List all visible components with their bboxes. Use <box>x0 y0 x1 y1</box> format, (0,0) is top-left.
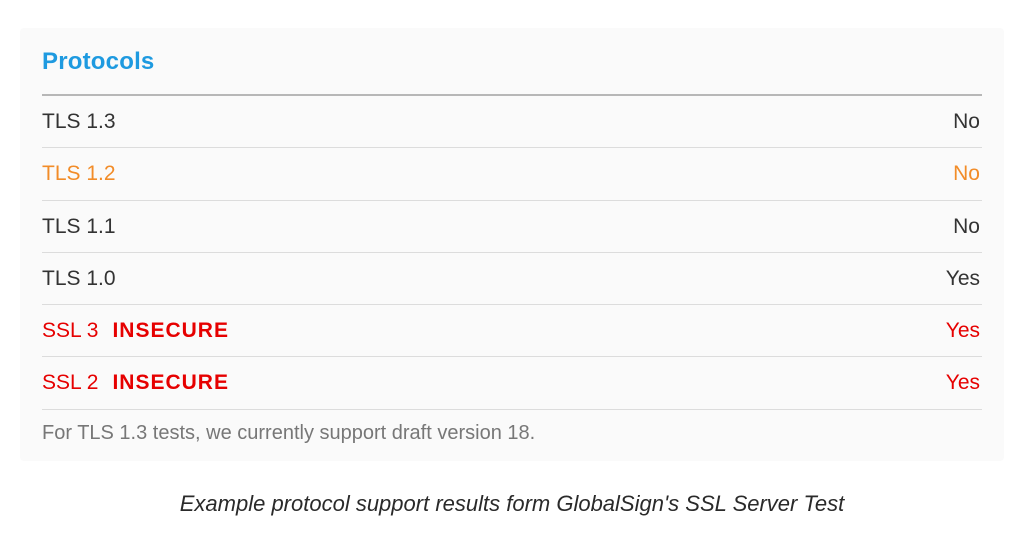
protocol-name: TLS 1.2 <box>42 160 116 187</box>
protocol-row: TLS 1.0 Yes <box>42 253 982 305</box>
protocol-label: SSL 3 INSECURE <box>42 317 229 344</box>
protocol-value: Yes <box>946 265 980 292</box>
protocol-value: No <box>953 160 980 187</box>
protocol-value: Yes <box>946 317 980 344</box>
protocol-value: Yes <box>946 369 980 396</box>
protocol-row: SSL 2 INSECURE Yes <box>42 357 982 409</box>
protocols-note: For TLS 1.3 tests, we currently support … <box>42 410 982 445</box>
protocol-name: TLS 1.0 <box>42 265 116 292</box>
protocol-row: TLS 1.3 No <box>42 96 982 148</box>
insecure-badge: INSECURE <box>112 369 229 396</box>
protocol-row: TLS 1.2 No <box>42 148 982 200</box>
protocol-label: SSL 2 INSECURE <box>42 369 229 396</box>
protocol-value: No <box>953 108 980 135</box>
protocol-row: SSL 3 INSECURE Yes <box>42 305 982 357</box>
protocol-label: TLS 1.1 <box>42 213 116 240</box>
protocol-label: TLS 1.0 <box>42 265 116 292</box>
protocol-label: TLS 1.3 <box>42 108 116 135</box>
figure-caption: Example protocol support results form Gl… <box>0 491 1024 517</box>
protocol-name: SSL 2 <box>42 369 98 396</box>
protocol-name: TLS 1.1 <box>42 213 116 240</box>
protocol-label: TLS 1.2 <box>42 160 116 187</box>
protocols-panel: Protocols TLS 1.3 No TLS 1.2 No TLS 1.1 … <box>20 28 1004 461</box>
protocol-name: SSL 3 <box>42 317 98 344</box>
panel-title: Protocols <box>42 48 982 96</box>
insecure-badge: INSECURE <box>112 317 229 344</box>
protocol-name: TLS 1.3 <box>42 108 116 135</box>
protocol-value: No <box>953 213 980 240</box>
protocol-row: TLS 1.1 No <box>42 201 982 253</box>
